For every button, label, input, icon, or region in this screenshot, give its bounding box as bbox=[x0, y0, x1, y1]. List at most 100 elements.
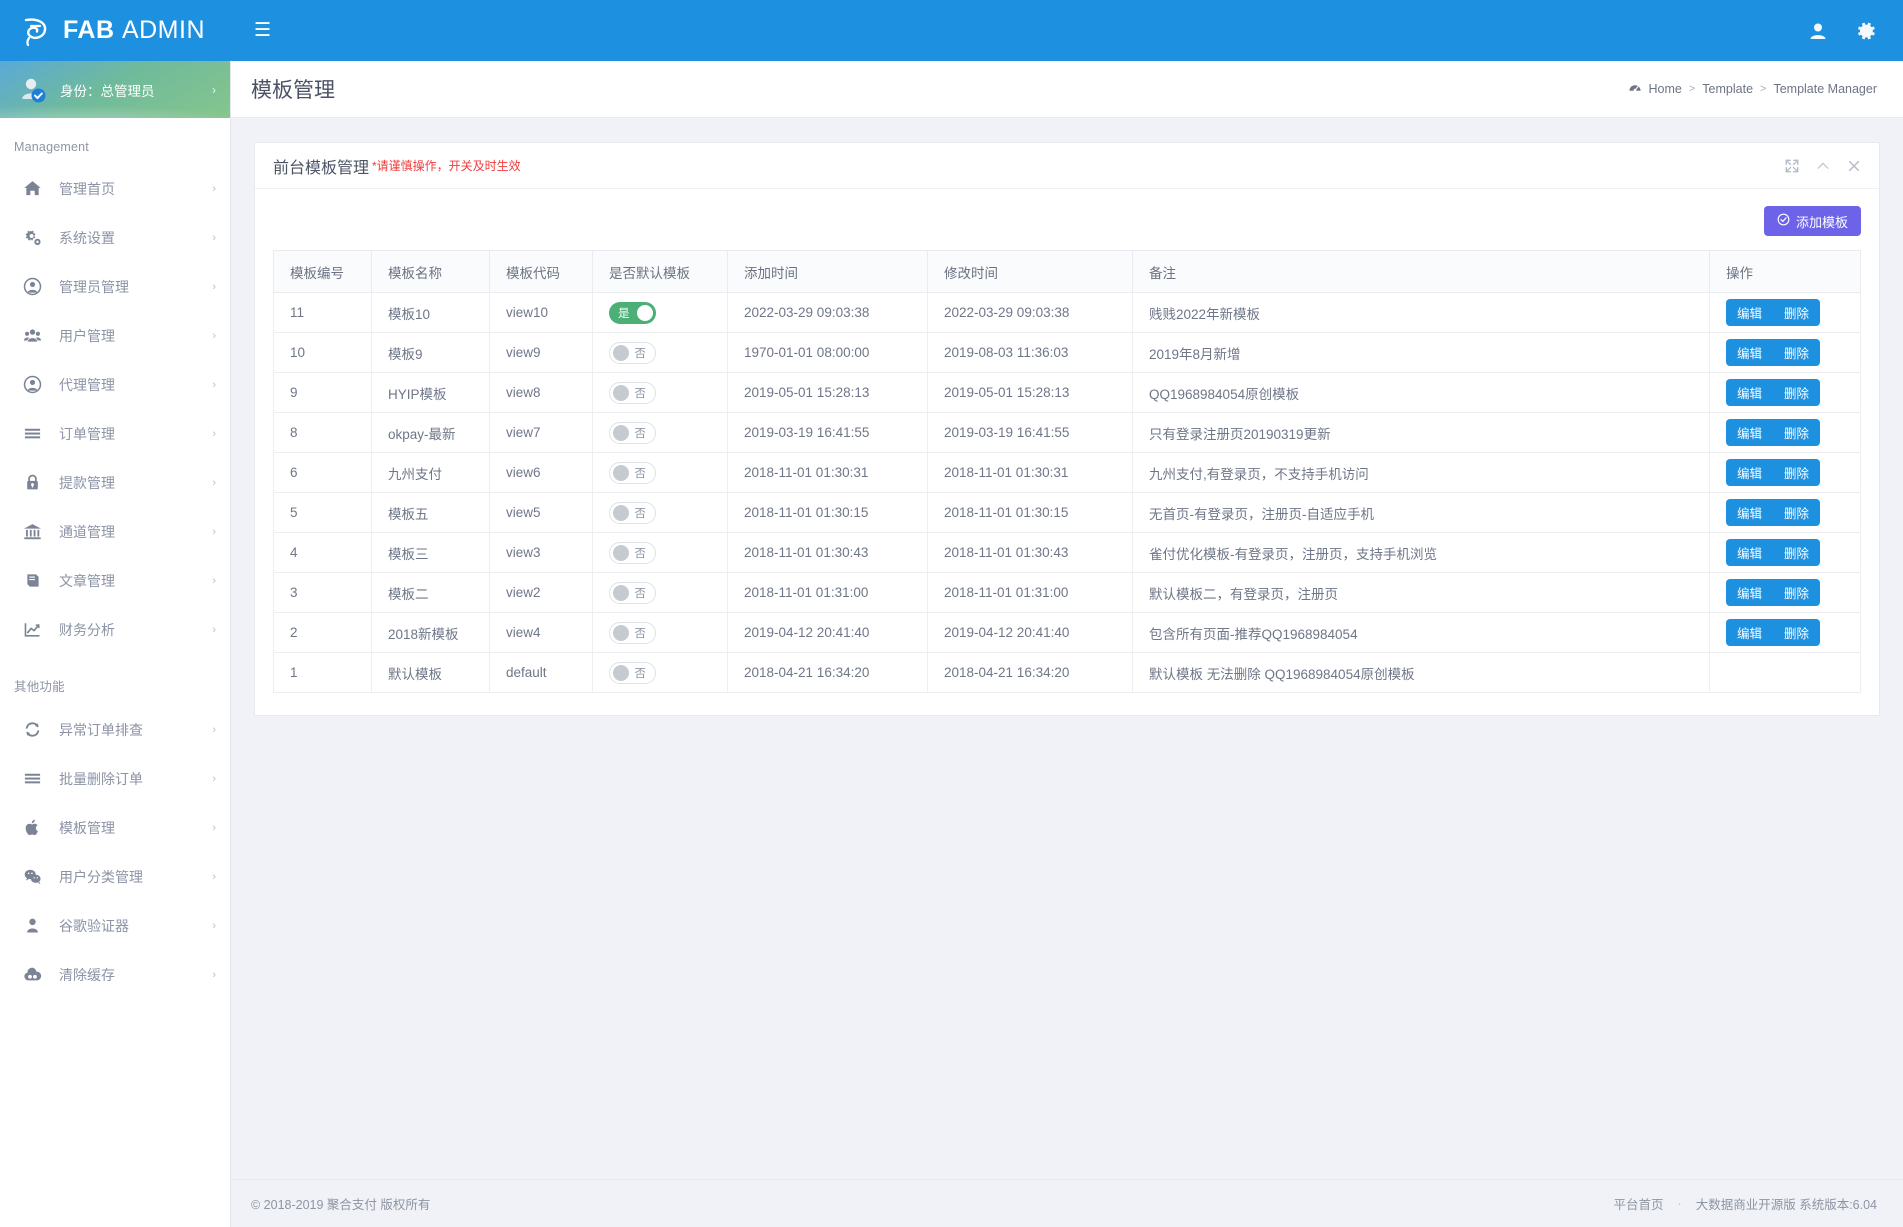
chevron-right-icon: › bbox=[212, 280, 216, 293]
chart-line-icon bbox=[22, 620, 42, 640]
sidebar-item-user-management[interactable]: 用户管理 › bbox=[0, 311, 230, 360]
user-icon[interactable] bbox=[1807, 20, 1829, 42]
cloud-icon bbox=[22, 965, 42, 985]
cell-template-code: view2 bbox=[489, 572, 593, 613]
edit-button[interactable]: 编辑 bbox=[1726, 339, 1774, 366]
edit-button[interactable]: 编辑 bbox=[1726, 379, 1774, 406]
cell-template-id: 5 bbox=[273, 492, 372, 533]
top-bar: FAB ADMIN ☰ bbox=[0, 0, 1903, 61]
close-icon[interactable] bbox=[1847, 159, 1861, 173]
th-modified-time: 修改时间 bbox=[927, 250, 1133, 293]
template-table: 模板编号 模板名称 模板代码 是否默认模板 添加时间 修改时间 备注 操作 11… bbox=[273, 250, 1861, 693]
default-template-toggle[interactable]: 是 bbox=[609, 301, 656, 324]
footer-home-link[interactable]: 平台首页 bbox=[1614, 1194, 1664, 1213]
default-template-toggle[interactable]: 否 bbox=[609, 381, 656, 404]
delete-button[interactable]: 删除 bbox=[1773, 579, 1821, 606]
edit-button[interactable]: 编辑 bbox=[1726, 499, 1774, 526]
cell-remark: 包含所有页面-推荐QQ1968984054 bbox=[1132, 612, 1710, 653]
sidebar-item-dashboard[interactable]: 管理首页 › bbox=[0, 164, 230, 213]
table-body: 11 模板10 view10 是 2022-03-29 09:03:38 2022-03-… bbox=[273, 292, 1861, 693]
default-template-toggle[interactable]: 否 bbox=[609, 341, 656, 364]
toggle-knob bbox=[613, 624, 629, 641]
top-bar-actions bbox=[1807, 20, 1903, 42]
cell-actions: 编辑 删除 bbox=[1709, 372, 1861, 413]
delete-button[interactable]: 删除 bbox=[1773, 619, 1821, 646]
sidebar-item-article-management[interactable]: 文章管理 › bbox=[0, 556, 230, 605]
default-template-toggle[interactable]: 否 bbox=[609, 461, 656, 484]
brand-logo-area[interactable]: FAB ADMIN bbox=[0, 0, 231, 61]
add-template-button[interactable]: 添加模板 bbox=[1763, 206, 1861, 236]
edit-button[interactable]: 编辑 bbox=[1726, 299, 1774, 326]
delete-button[interactable]: 删除 bbox=[1773, 539, 1821, 566]
default-template-toggle[interactable]: 否 bbox=[609, 541, 656, 564]
edit-button[interactable]: 编辑 bbox=[1726, 419, 1774, 446]
row-action-group: 编辑 删除 bbox=[1726, 299, 1821, 326]
toggle-knob bbox=[613, 664, 629, 681]
cell-template-code: view4 bbox=[489, 612, 593, 653]
default-template-toggle[interactable]: 否 bbox=[609, 421, 656, 444]
default-template-toggle[interactable]: 否 bbox=[609, 621, 656, 644]
toggle-label: 是 bbox=[618, 307, 630, 320]
delete-button[interactable]: 删除 bbox=[1773, 459, 1821, 486]
sidebar-item-finance-analysis[interactable]: 财务分析 › bbox=[0, 605, 230, 654]
breadcrumb-separator: > bbox=[1688, 83, 1696, 95]
th-remark: 备注 bbox=[1132, 250, 1710, 293]
sidebar-item-user-category-management[interactable]: 用户分类管理 › bbox=[0, 852, 230, 901]
cell-actions: 编辑 删除 bbox=[1709, 452, 1861, 493]
chevron-up-icon[interactable] bbox=[1816, 159, 1830, 173]
sidebar-label: 提款管理 bbox=[59, 474, 115, 491]
default-template-toggle[interactable]: 否 bbox=[609, 581, 656, 604]
sidebar-profile[interactable]: 身份：总管理员 › bbox=[0, 61, 230, 118]
edit-button[interactable]: 编辑 bbox=[1726, 579, 1774, 606]
cell-is-default: 否 bbox=[592, 492, 728, 533]
table-header-row: 模板编号 模板名称 模板代码 是否默认模板 添加时间 修改时间 备注 操作 bbox=[273, 250, 1861, 293]
breadcrumb-template[interactable]: Template bbox=[1702, 82, 1753, 96]
sidebar-item-clear-cache[interactable]: 清除缓存 › bbox=[0, 950, 230, 999]
person-icon bbox=[22, 916, 42, 936]
default-template-toggle[interactable]: 否 bbox=[609, 661, 656, 684]
sidebar-item-system-settings[interactable]: 系统设置 › bbox=[0, 213, 230, 262]
cell-is-default: 否 bbox=[592, 412, 728, 453]
table-toolbar: 添加模板 bbox=[273, 204, 1861, 250]
gear-icon[interactable] bbox=[1855, 20, 1877, 42]
breadcrumb-home[interactable]: Home bbox=[1649, 82, 1682, 96]
cell-template-name: 2018新模板 bbox=[371, 612, 490, 653]
sidebar-item-google-authenticator[interactable]: 谷歌验证器 › bbox=[0, 901, 230, 950]
fab-logo-icon bbox=[18, 14, 52, 48]
delete-button[interactable]: 删除 bbox=[1773, 499, 1821, 526]
panel-warning-text: *请谨慎操作，开关及时生效 bbox=[372, 159, 521, 173]
toggle-label: 否 bbox=[634, 347, 647, 360]
cell-added-time: 2019-04-12 20:41:40 bbox=[727, 612, 928, 653]
edit-button[interactable]: 编辑 bbox=[1726, 539, 1774, 566]
expand-arrows-icon[interactable] bbox=[1785, 159, 1799, 173]
cell-is-default: 否 bbox=[592, 612, 728, 653]
page-header: 模板管理 Home > Template > Template Manager bbox=[231, 61, 1903, 118]
sidebar-item-channel-management[interactable]: 通道管理 › bbox=[0, 507, 230, 556]
chevron-right-icon: › bbox=[212, 623, 216, 636]
cell-template-name: okpay-最新 bbox=[371, 412, 490, 453]
chevron-right-icon: › bbox=[212, 968, 216, 981]
cell-is-default: 是 bbox=[592, 292, 728, 333]
delete-button[interactable]: 删除 bbox=[1773, 339, 1821, 366]
sidebar-item-withdraw-management[interactable]: 提款管理 › bbox=[0, 458, 230, 507]
edit-button[interactable]: 编辑 bbox=[1726, 459, 1774, 486]
cell-remark: 雀付优化模板-有登录页，注册页，支持手机浏览 bbox=[1132, 532, 1710, 573]
chevron-right-icon: › bbox=[212, 182, 216, 195]
toggle-knob bbox=[613, 504, 629, 521]
cell-template-code: view3 bbox=[489, 532, 593, 573]
delete-button[interactable]: 删除 bbox=[1773, 379, 1821, 406]
cell-template-name: HYIP模板 bbox=[371, 372, 490, 413]
row-action-group: 编辑 删除 bbox=[1726, 499, 1821, 526]
sidebar-item-agent-management[interactable]: 代理管理 › bbox=[0, 360, 230, 409]
sidebar-label: 管理员管理 bbox=[59, 278, 129, 295]
sidebar-item-template-management[interactable]: 模板管理 › bbox=[0, 803, 230, 852]
sidebar-item-order-management[interactable]: 订单管理 › bbox=[0, 409, 230, 458]
sidebar-item-admin-management[interactable]: 管理员管理 › bbox=[0, 262, 230, 311]
delete-button[interactable]: 删除 bbox=[1773, 419, 1821, 446]
hamburger-icon[interactable]: ☰ bbox=[254, 21, 271, 40]
default-template-toggle[interactable]: 否 bbox=[609, 501, 656, 524]
delete-button[interactable]: 删除 bbox=[1773, 299, 1821, 326]
sidebar-item-batch-delete-orders[interactable]: 批量删除订单 › bbox=[0, 754, 230, 803]
sidebar-item-abnormal-orders[interactable]: 异常订单排查 › bbox=[0, 705, 230, 754]
edit-button[interactable]: 编辑 bbox=[1726, 619, 1774, 646]
